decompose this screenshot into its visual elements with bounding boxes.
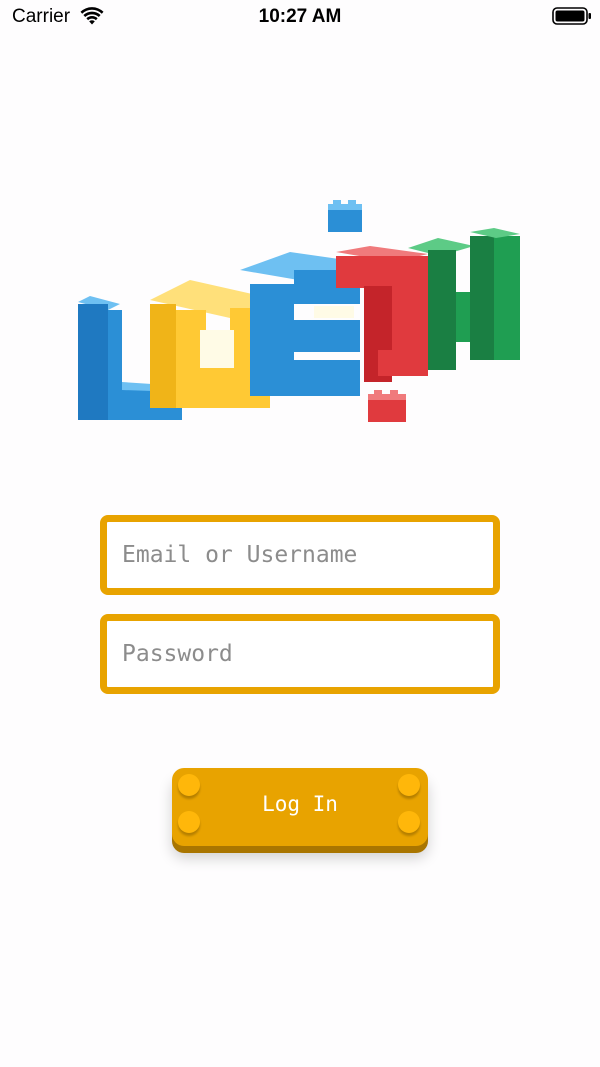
lego-login-logo <box>78 200 520 422</box>
status-time: 10:27 AM <box>258 6 342 27</box>
floating-red-brick-icon <box>368 390 406 422</box>
email-field-frame[interactable] <box>100 515 500 595</box>
login-button-label: Log In <box>262 792 338 816</box>
login-button[interactable]: Log In <box>172 768 428 846</box>
password-input[interactable] <box>107 621 493 687</box>
password-field-frame[interactable] <box>100 614 500 694</box>
status-bar: Carrier 10:27 AM <box>0 0 600 34</box>
email-input[interactable] <box>107 522 493 588</box>
battery-icon <box>552 7 591 25</box>
floating-blue-brick-icon <box>328 200 362 232</box>
